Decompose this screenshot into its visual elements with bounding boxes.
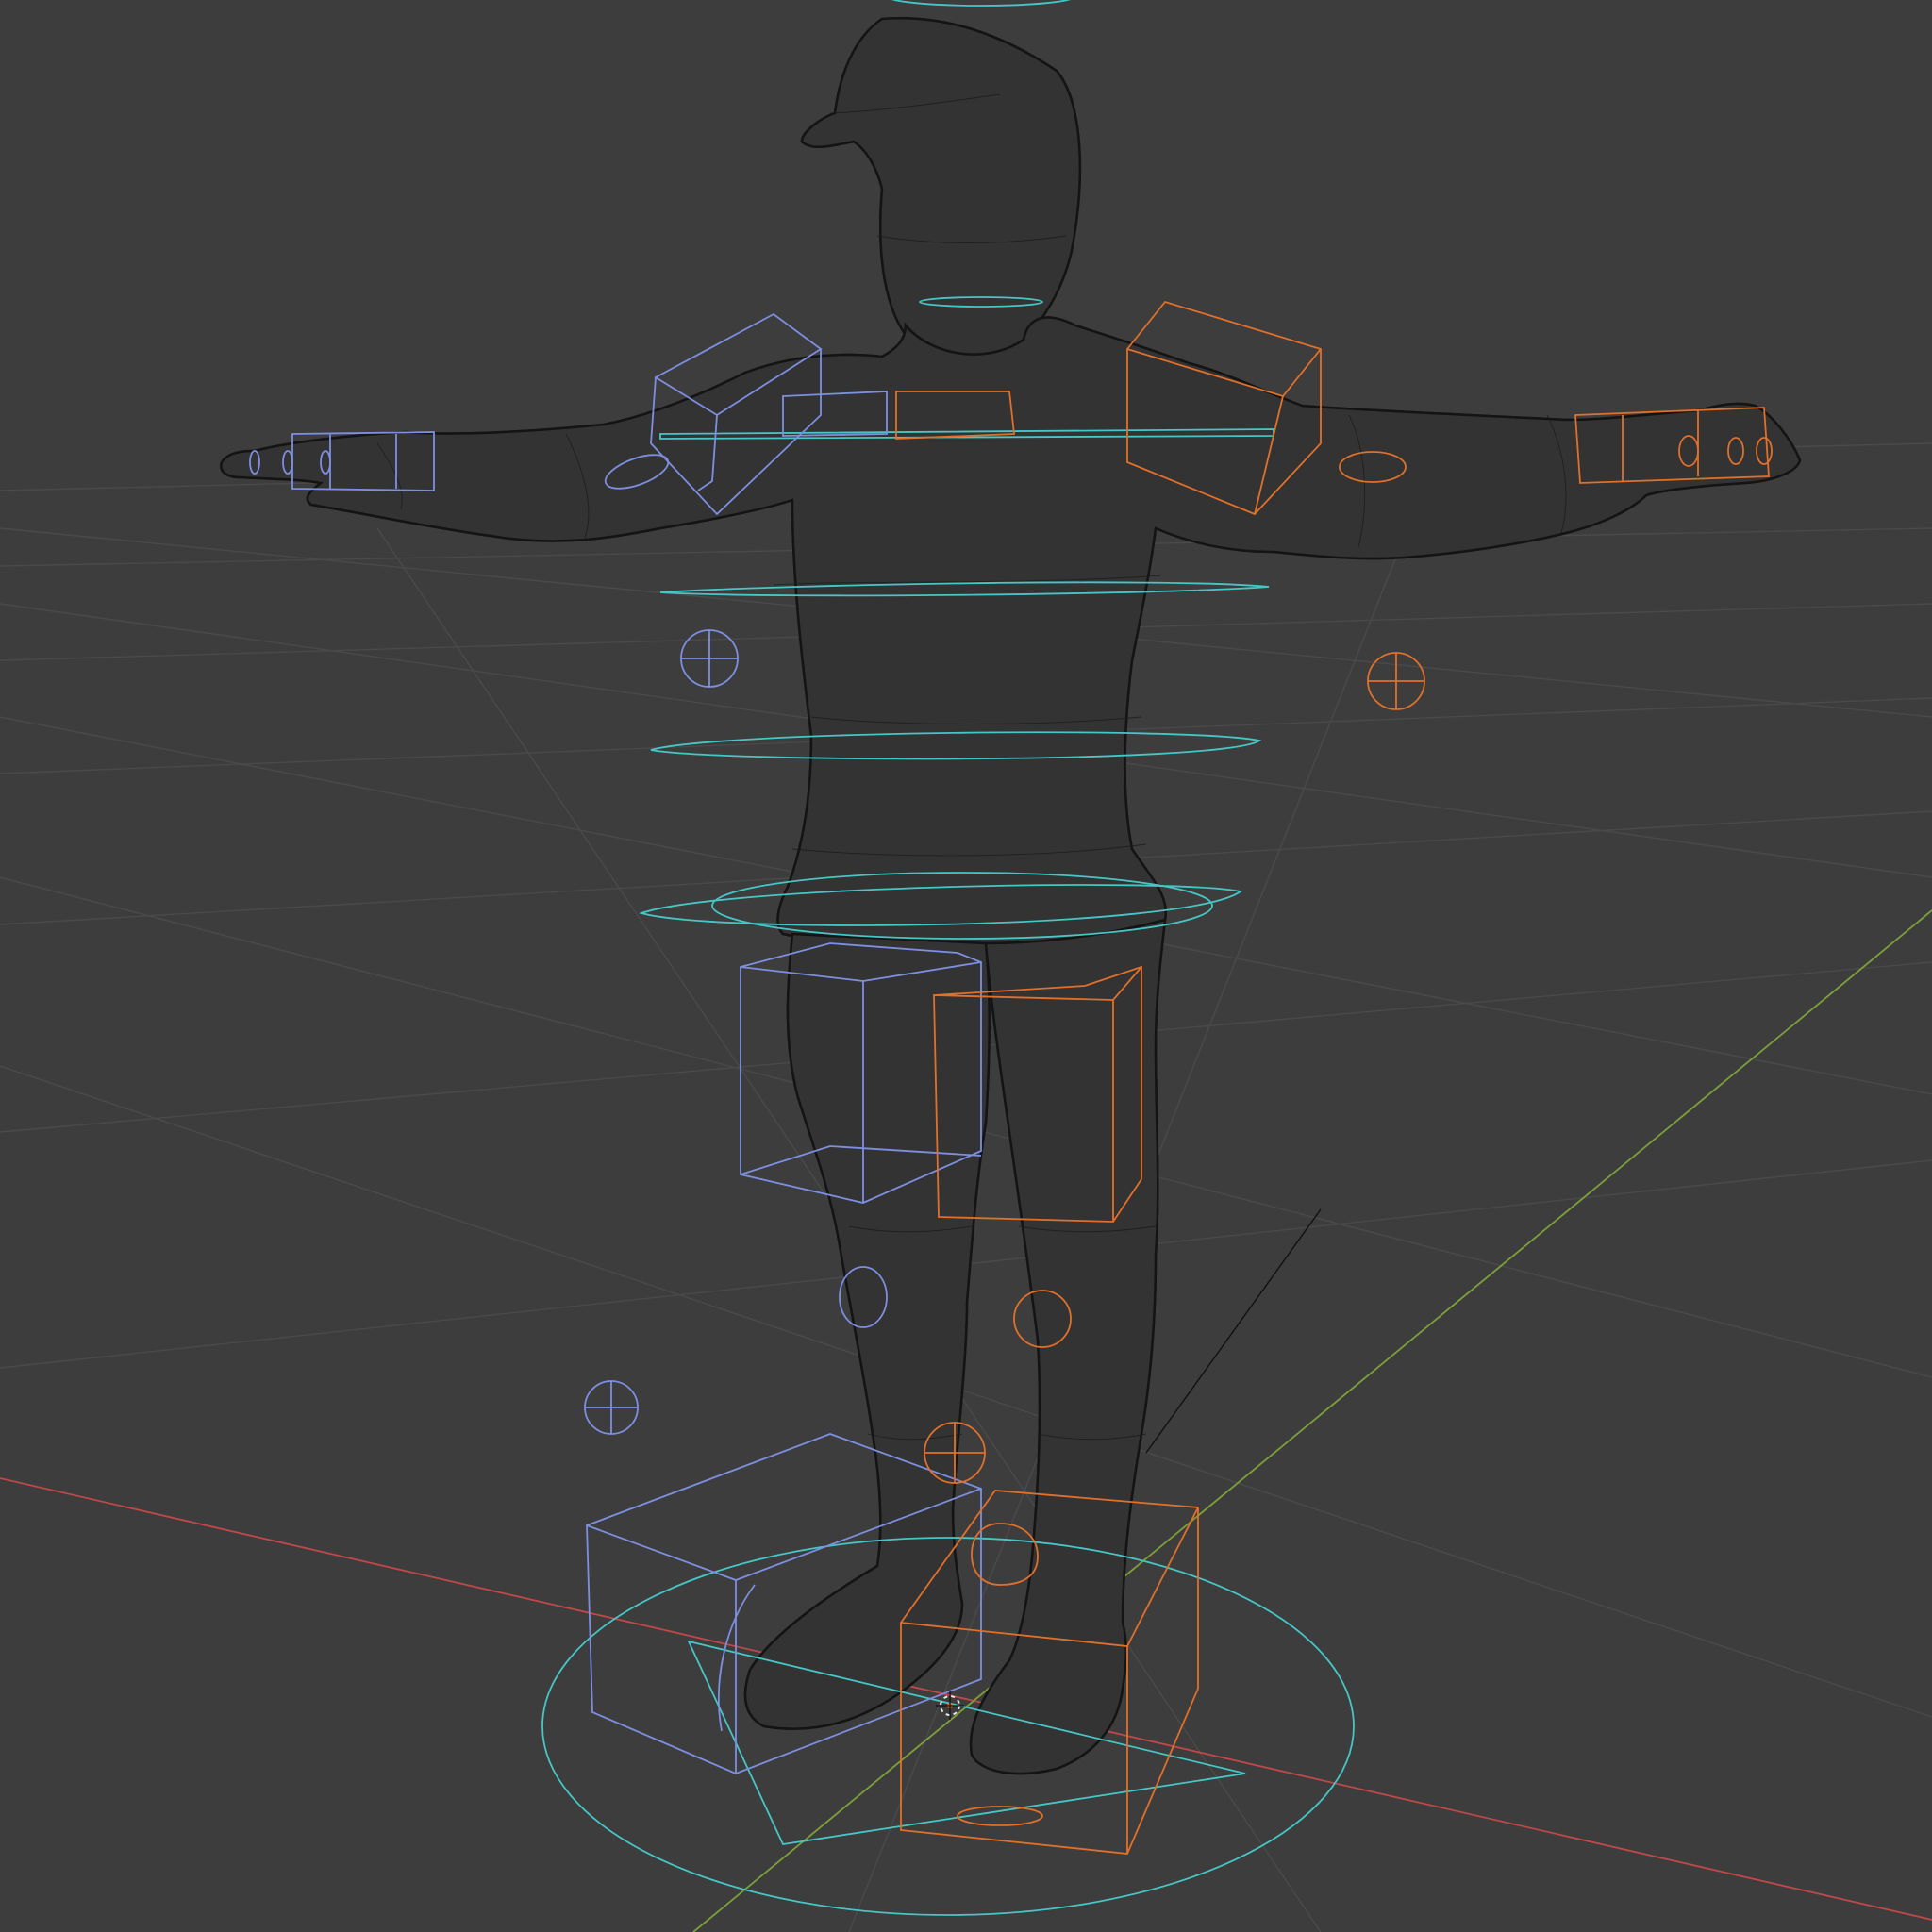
head-top-control (891, 0, 1072, 7)
character-mesh[interactable] (220, 17, 1802, 1775)
camera-helper-line (1145, 1208, 1322, 1454)
viewport-canvas[interactable] (0, 0, 1932, 1932)
3d-viewport[interactable] (0, 0, 1932, 1932)
x-axis-line (0, 1477, 1932, 1921)
